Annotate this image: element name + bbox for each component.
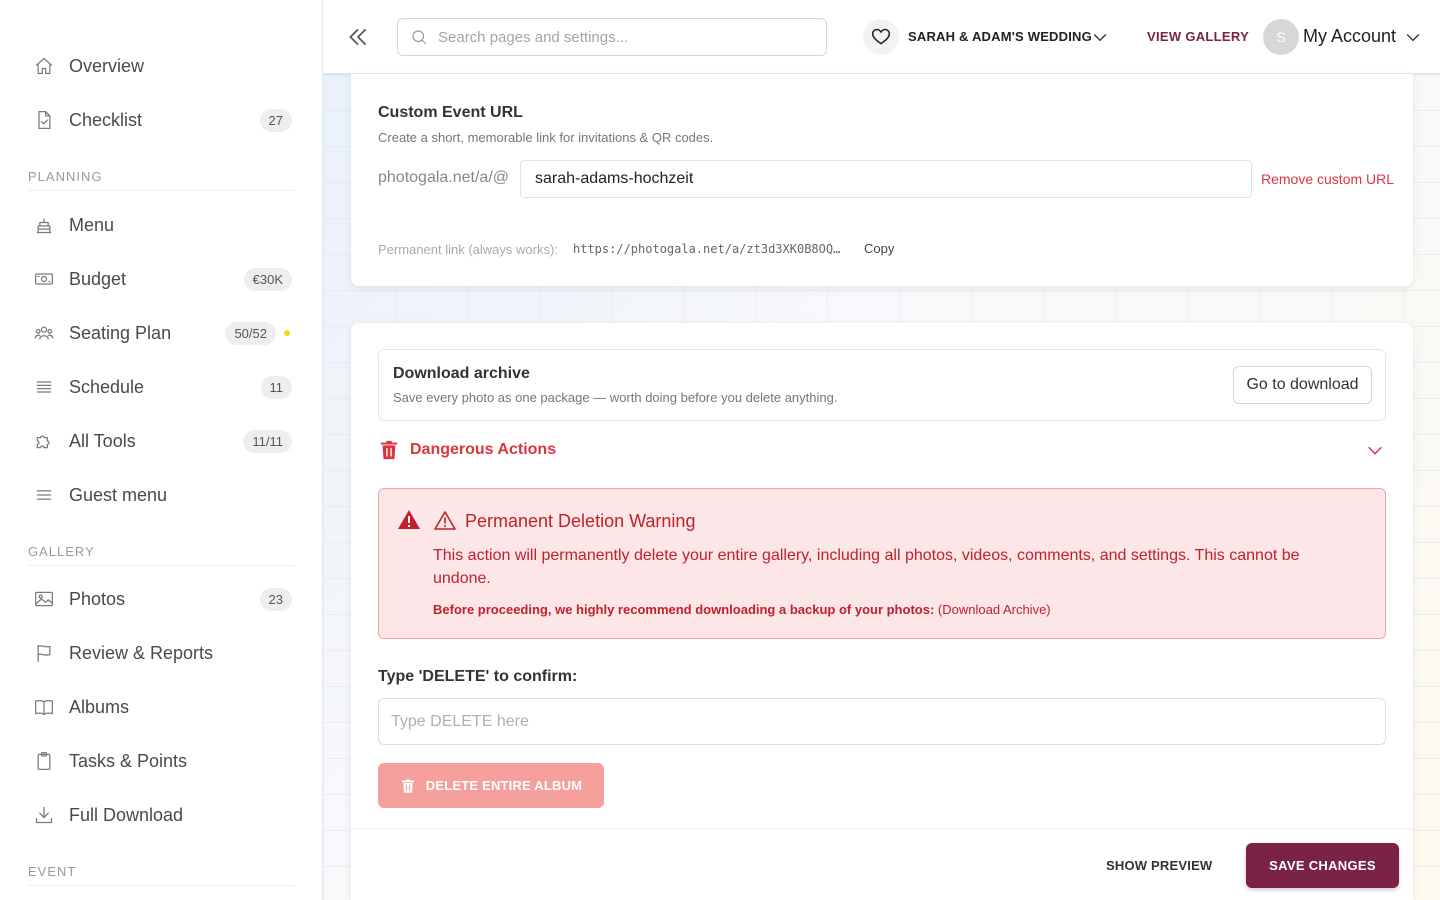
sidebar: Overview Checklist 27 PLANNING Menu Budg…: [0, 0, 323, 900]
search-box: [397, 18, 827, 56]
sidebar-item-label: All Tools: [69, 430, 136, 451]
remove-custom-url-link[interactable]: Remove custom URL: [1261, 171, 1394, 187]
sidebar-item-overview[interactable]: Overview: [28, 46, 292, 86]
sidebar-item-review-reports[interactable]: Review & Reports: [28, 633, 292, 673]
deletion-warning-box: Permanent Deletion Warning This action w…: [378, 488, 1386, 639]
sidebar-item-label: Guest menu: [69, 484, 168, 505]
recommendation-text: Before proceeding, we highly recommend d…: [433, 602, 935, 617]
count-badge: 23: [259, 587, 292, 611]
my-account-menu[interactable]: My Account: [1303, 26, 1396, 47]
sidebar-item-label: Tasks & Points: [69, 750, 188, 771]
trash-icon: [401, 778, 414, 793]
warning-recommendation: Before proceeding, we highly recommend d…: [433, 602, 1051, 617]
sidebar-item-label: Seating Plan: [69, 322, 172, 343]
chevron-down-icon[interactable]: [1403, 27, 1423, 47]
section-header-event: EVENT: [28, 864, 294, 886]
action-footer: SHOW PREVIEW SAVE CHANGES: [351, 828, 1413, 900]
sidebar-item-label: Review & Reports: [69, 642, 214, 663]
custom-url-subtitle: Create a short, memorable link for invit…: [378, 130, 714, 145]
sidebar-item-guest-menu[interactable]: Guest menu: [28, 475, 292, 515]
download-archive-link[interactable]: (Download Archive): [938, 602, 1051, 617]
count-badge: 11: [260, 375, 292, 399]
cake-icon: [33, 214, 55, 236]
search-icon: [412, 30, 427, 45]
danger-zone-card: Download archive Save every photo as one…: [351, 323, 1413, 900]
sidebar-item-full-download[interactable]: Full Download: [28, 795, 292, 835]
dangerous-actions-toggle[interactable]: Dangerous Actions: [378, 437, 1386, 463]
checklist-icon: [33, 109, 55, 131]
trash-icon: [378, 439, 400, 461]
sidebar-item-label: Albums: [69, 696, 130, 717]
clipboard-icon: [33, 750, 55, 772]
dangerous-actions-label: Dangerous Actions: [410, 441, 557, 458]
sidebar-item-menu[interactable]: Menu: [28, 205, 292, 245]
list-icon: [33, 376, 55, 398]
delete-entire-album-button[interactable]: DELETE ENTIRE ALBUM: [378, 763, 604, 808]
permanent-link-value: https://photogala.net/a/zt3d3XK0B8OQ…: [573, 242, 841, 256]
delete-confirm-input[interactable]: [378, 698, 1386, 745]
sidebar-item-all-tools[interactable]: All Tools 11/11: [28, 421, 292, 461]
sidebar-item-tasks-points[interactable]: Tasks & Points: [28, 741, 292, 781]
sidebar-item-checklist[interactable]: Checklist 27: [28, 100, 292, 140]
sidebar-item-seating-plan[interactable]: Seating Plan 50/52: [28, 313, 292, 353]
sidebar-item-photos[interactable]: Photos 23: [28, 579, 292, 619]
book-icon: [33, 696, 55, 718]
confirm-label: Type 'DELETE' to confirm:: [378, 668, 578, 685]
download-archive-subtitle: Save every photo as one package — worth …: [393, 390, 838, 405]
money-icon: [33, 268, 55, 290]
home-icon: [33, 55, 55, 77]
url-prefix: photogala.net/a/@: [378, 169, 510, 186]
copy-link-button[interactable]: Copy: [864, 241, 894, 256]
chevron-down-icon: [1364, 439, 1386, 461]
menu-icon: [33, 484, 55, 506]
warning-outline-icon: [433, 509, 457, 533]
search-input[interactable]: [438, 28, 818, 46]
sidebar-item-label: Full Download: [69, 804, 184, 825]
view-gallery-link[interactable]: VIEW GALLERY: [1147, 29, 1249, 44]
double-chevron-left-icon: [349, 28, 367, 46]
people-icon: [33, 322, 55, 344]
section-header-planning: PLANNING: [28, 169, 294, 191]
sidebar-item-label: Schedule: [69, 376, 145, 397]
sidebar-item-label: Budget: [69, 268, 127, 289]
chevron-down-icon[interactable]: [1090, 27, 1110, 47]
download-icon: [33, 804, 55, 826]
status-dot: [284, 330, 290, 336]
section-header-gallery: GALLERY: [28, 544, 294, 566]
delete-button-label: DELETE ENTIRE ALBUM: [425, 778, 583, 793]
count-badge: 11/11: [243, 429, 292, 453]
count-badge: 27: [259, 108, 292, 132]
sidebar-item-budget[interactable]: Budget €30K: [28, 259, 292, 299]
go-to-download-button[interactable]: Go to download: [1233, 366, 1372, 404]
puzzle-icon: [33, 430, 55, 452]
custom-url-input[interactable]: [520, 160, 1252, 198]
sidebar-item-albums[interactable]: Albums: [28, 687, 292, 727]
warning-title: Permanent Deletion Warning: [465, 511, 696, 531]
sidebar-item-label: Overview: [69, 55, 145, 76]
custom-url-title: Custom Event URL: [378, 104, 523, 121]
sidebar-item-label: Menu: [69, 214, 115, 235]
top-header: SARAH & ADAM'S WEDDING VIEW GALLERY S My…: [323, 0, 1440, 74]
image-icon: [33, 588, 55, 610]
sidebar-item-label: Checklist: [69, 109, 143, 130]
sidebar-item-label: Photos: [69, 588, 126, 609]
warning-body: This action will permanently delete your…: [433, 547, 1300, 587]
count-badge: €30K: [243, 267, 292, 291]
sidebar-item-schedule[interactable]: Schedule 11: [28, 367, 292, 407]
heart-icon: [863, 19, 899, 55]
event-selector[interactable]: SARAH & ADAM'S WEDDING: [908, 29, 1092, 44]
flag-icon: [33, 642, 55, 664]
download-archive-box: Download archive Save every photo as one…: [378, 349, 1386, 421]
warning-filled-icon: [397, 508, 421, 532]
count-badge: 50/52: [225, 321, 276, 345]
save-changes-button[interactable]: SAVE CHANGES: [1246, 843, 1399, 888]
custom-url-card: Custom Event URL Create a short, memorab…: [351, 74, 1413, 286]
download-archive-title: Download archive: [393, 365, 530, 382]
avatar[interactable]: S: [1263, 19, 1299, 55]
permanent-link-label: Permanent link (always works):: [378, 242, 558, 257]
collapse-sidebar-button[interactable]: [345, 24, 371, 50]
show-preview-button[interactable]: SHOW PREVIEW: [1106, 858, 1212, 873]
